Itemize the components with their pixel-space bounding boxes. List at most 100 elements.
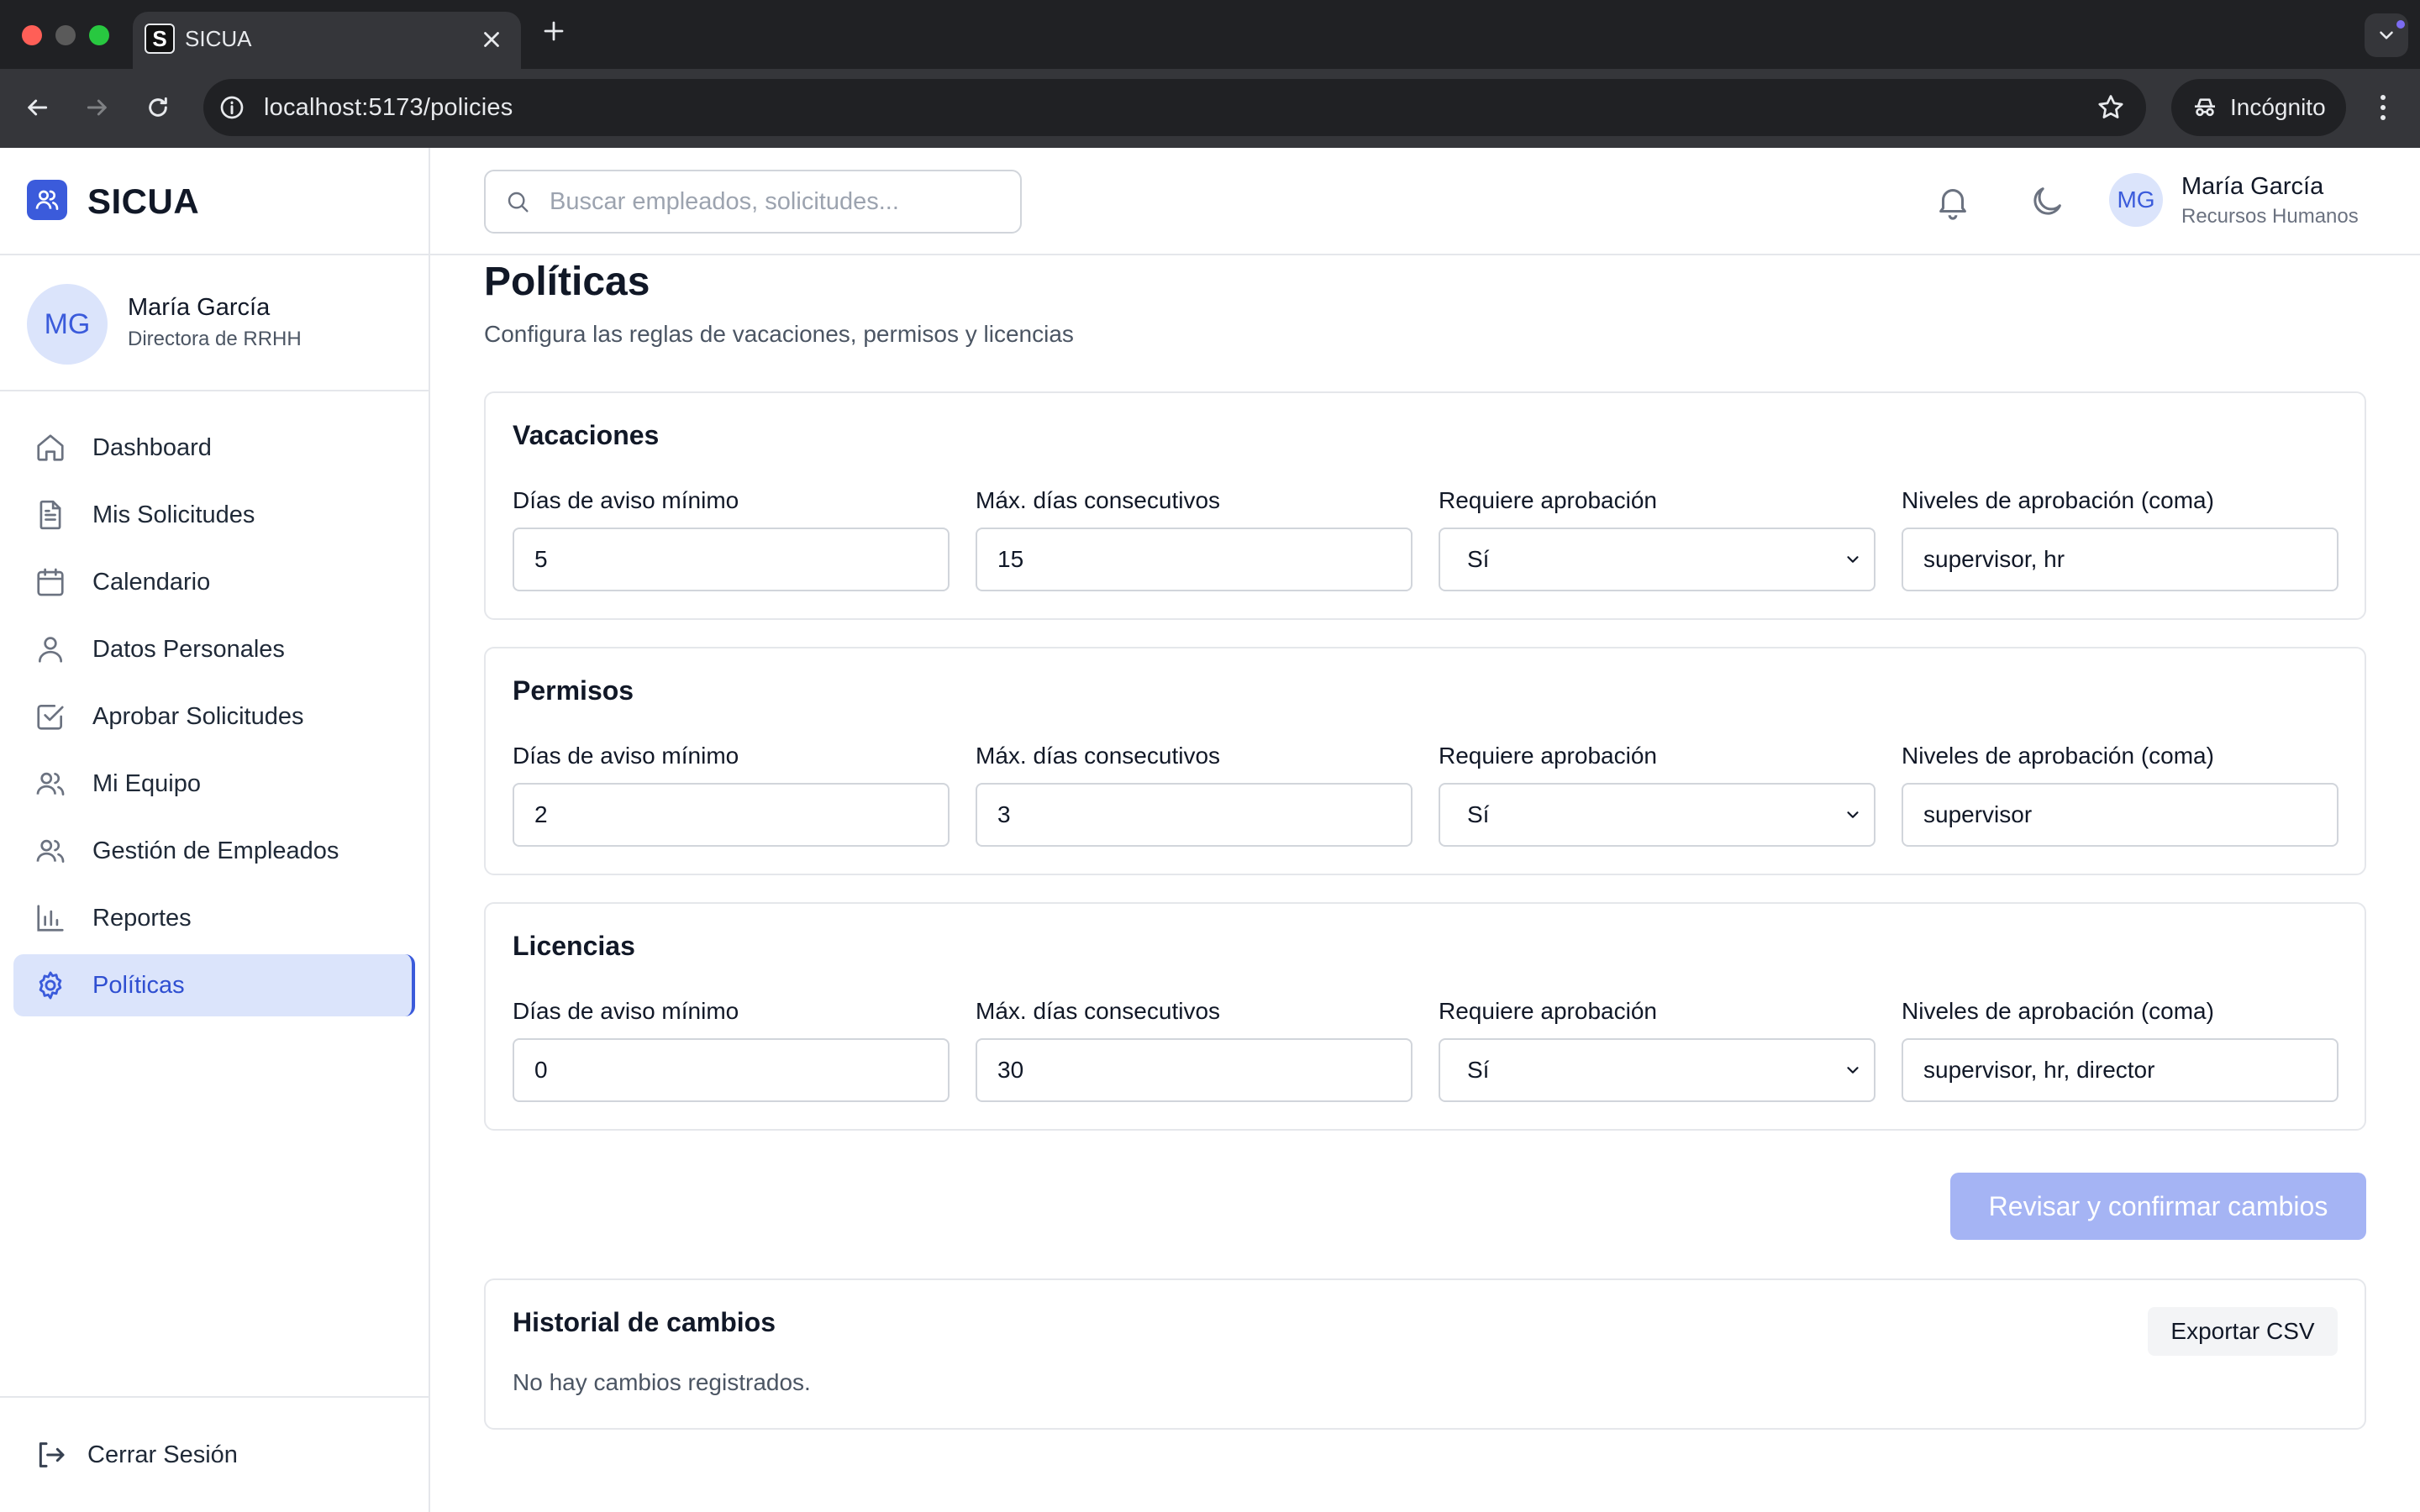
sidebar-item-label: Reportes	[92, 904, 192, 932]
history-title: Historial de cambios	[513, 1307, 776, 1337]
notice-input[interactable]: 5	[513, 528, 950, 591]
approval-levels-input[interactable]: supervisor, hr, director	[1902, 1038, 2338, 1102]
max-days-input[interactable]: 3	[976, 783, 1413, 847]
field-label: Niveles de aprobación (coma)	[1902, 487, 2214, 513]
check-square-icon	[34, 700, 67, 733]
brand-name: SICUA	[87, 181, 200, 221]
field-label: Requiere aprobación	[1439, 487, 1657, 513]
notice-input[interactable]: 2	[513, 783, 950, 847]
sidebar-item-label: Gestión de Empleados	[92, 837, 339, 864]
field-label: Días de aviso mínimo	[513, 998, 739, 1024]
sidebar-item-politicas[interactable]: Políticas	[13, 954, 415, 1016]
browser-menu-button[interactable]	[2366, 86, 2400, 129]
field-label: Niveles de aprobación (coma)	[1902, 998, 2214, 1024]
app-root: SICUA MG María García Directora de RRHH …	[0, 148, 2420, 1512]
export-csv-button[interactable]: Exportar CSV	[2148, 1307, 2338, 1356]
incognito-badge[interactable]: Incógnito	[2171, 79, 2346, 136]
profile-name: María García	[128, 294, 271, 321]
requires-approval-select[interactable]: Sí	[1439, 528, 1876, 591]
arrow-right-icon	[87, 99, 107, 116]
notice-input[interactable]: 0	[513, 1038, 950, 1102]
sidebar-item-label: Aprobar Solicitudes	[92, 702, 304, 730]
sidebar-footer: Cerrar Sesión	[0, 1396, 429, 1512]
approval-levels-input[interactable]: supervisor, hr	[1902, 528, 2338, 591]
sidebar-item-dashboard[interactable]: Dashboard	[13, 417, 415, 479]
user-icon	[34, 633, 67, 666]
sidebar-item-aprobar-solicitudes[interactable]: Aprobar Solicitudes	[13, 685, 415, 748]
header-user-name: María García	[2181, 173, 2324, 200]
notifications-button[interactable]	[1931, 180, 1975, 223]
notification-dot	[2396, 20, 2405, 29]
sidebar-item-reportes[interactable]: Reportes	[13, 887, 415, 949]
sidebar-item-gestion-empleados[interactable]: Gestión de Empleados	[13, 820, 415, 882]
users-icon	[34, 834, 67, 868]
top-header: Buscar empleados, solicitudes... MG Marí…	[430, 148, 2420, 255]
notice-field: Días de aviso mínimo 0	[513, 998, 950, 1102]
policy-title: Permisos	[513, 675, 634, 706]
select-value: Sí	[1467, 1057, 1490, 1083]
sidebar-item-mi-equipo[interactable]: Mi Equipo	[13, 753, 415, 815]
approval-levels-input[interactable]: supervisor	[1902, 783, 2338, 847]
main-content: Políticas Configura las reglas de vacaci…	[484, 255, 2366, 1512]
reload-button[interactable]	[141, 91, 175, 124]
page-subtitle: Configura las reglas de vacaciones, perm…	[484, 321, 1074, 347]
max-days-field: Máx. días consecutivos 3	[976, 743, 1413, 847]
sidebar-item-datos-personales[interactable]: Datos Personales	[13, 618, 415, 680]
back-button[interactable]	[20, 91, 54, 124]
logout-button[interactable]: Cerrar Sesión	[34, 1430, 238, 1480]
max-days-input[interactable]: 15	[976, 528, 1413, 591]
tab-close-icon[interactable]	[479, 27, 504, 52]
logout-icon	[39, 1442, 65, 1467]
requires-approval-select[interactable]: Sí	[1439, 783, 1876, 847]
confirm-changes-button[interactable]: Revisar y confirmar cambios	[1950, 1173, 2366, 1240]
reload-icon	[149, 97, 167, 117]
change-history-card: Historial de cambios Exportar CSV No hay…	[484, 1278, 2366, 1430]
avatar: MG	[2109, 173, 2163, 227]
field-label: Días de aviso mínimo	[513, 487, 739, 513]
policy-title: Vacaciones	[513, 420, 660, 450]
minimize-window-button[interactable]	[55, 25, 76, 45]
sidebar-item-label: Mis Solicitudes	[92, 501, 255, 528]
document-icon	[34, 498, 67, 532]
new-tab-icon[interactable]	[541, 18, 566, 44]
url-text[interactable]: localhost:5173/policies	[264, 94, 513, 122]
address-bar[interactable]: localhost:5173/policies	[203, 79, 2146, 136]
maximize-window-button[interactable]	[89, 25, 109, 45]
chevron-down-icon	[1847, 556, 1859, 563]
logout-label: Cerrar Sesión	[87, 1441, 238, 1468]
gear-icon	[34, 969, 67, 1002]
tab-search-button[interactable]	[2365, 13, 2408, 57]
site-info-icon[interactable]	[217, 92, 247, 123]
chevron-down-icon	[1847, 1067, 1859, 1074]
search-input[interactable]: Buscar empleados, solicitudes...	[484, 170, 1022, 234]
approval-levels-field: Niveles de aprobación (coma) supervisor,…	[1902, 487, 2338, 591]
field-label: Niveles de aprobación (coma)	[1902, 743, 2214, 769]
theme-toggle-button[interactable]	[2025, 180, 2069, 223]
policy-card-permisos: Permisos Días de aviso mínimo 2 Máx. día…	[484, 647, 2366, 875]
browser-tab[interactable]: S SICUA	[133, 12, 521, 69]
forward-button[interactable]	[81, 91, 114, 124]
sidebar-item-label: Dashboard	[92, 433, 212, 461]
field-label: Días de aviso mínimo	[513, 743, 739, 769]
notice-field: Días de aviso mínimo 2	[513, 743, 950, 847]
requires-approval-field: Requiere aprobación Sí	[1439, 487, 1876, 591]
max-days-input[interactable]: 30	[976, 1038, 1413, 1102]
home-icon	[34, 431, 67, 465]
sidebar-item-mis-solicitudes[interactable]: Mis Solicitudes	[13, 484, 415, 546]
policy-card-licencias: Licencias Días de aviso mínimo 0 Máx. dí…	[484, 902, 2366, 1131]
sidebar-item-calendario[interactable]: Calendario	[13, 551, 415, 613]
requires-approval-select[interactable]: Sí	[1439, 1038, 1876, 1102]
close-window-button[interactable]	[22, 25, 42, 45]
field-label: Requiere aprobación	[1439, 743, 1657, 769]
policy-title: Licencias	[513, 931, 635, 961]
sidebar-item-label: Datos Personales	[92, 635, 285, 663]
sidebar-nav: Dashboard Mis Solicitudes Calendario Dat…	[13, 417, 415, 1021]
requires-approval-field: Requiere aprobación Sí	[1439, 743, 1876, 847]
avatar: MG	[27, 284, 108, 365]
browser-toolbar: localhost:5173/policies Incógnito	[0, 69, 2420, 148]
bookmark-star-icon[interactable]	[2096, 92, 2126, 123]
policy-card-vacaciones: Vacaciones Días de aviso mínimo 5 Máx. d…	[484, 391, 2366, 620]
chevron-down-icon	[1847, 811, 1859, 818]
page-title: Políticas	[484, 260, 650, 304]
tab-title: SICUA	[185, 26, 252, 51]
